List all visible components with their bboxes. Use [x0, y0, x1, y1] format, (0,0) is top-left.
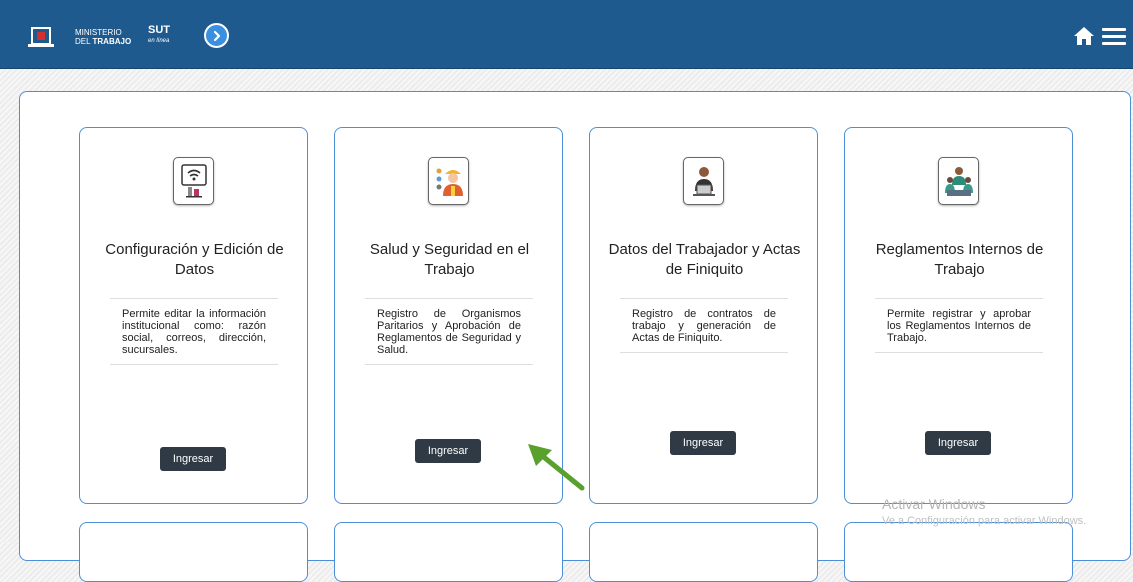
sut-label: SUT — [148, 24, 170, 36]
ingresar-button[interactable]: Ingresar — [415, 439, 481, 463]
card-description-text: Permite editar la información institucio… — [122, 308, 266, 356]
card-description-text: Permite registrar y aprobar los Reglamen… — [887, 308, 1031, 344]
logo-base — [28, 44, 54, 47]
chevron-right-icon — [213, 30, 220, 41]
team-meeting-icon — [938, 157, 979, 205]
ministry-line2: TRABAJO — [92, 37, 132, 46]
worker-laptop-icon — [683, 157, 724, 205]
sut-sub-label: en línea — [148, 38, 170, 44]
card-configuracion: Configuración y Edición de Datos Permite… — [79, 127, 308, 504]
expand-sidebar-button[interactable] — [204, 23, 229, 48]
card-description: Registro de Organismos Paritarios y Apro… — [365, 298, 533, 365]
card-datos-trabajador: Datos del Trabajador y Actas de Finiquit… — [589, 127, 818, 504]
safety-worker-icon — [428, 157, 469, 205]
card-description-text: Registro de contratos de trabajo y gener… — [632, 308, 776, 344]
card-title: Datos del Trabajador y Actas de Finiquit… — [608, 241, 801, 278]
windows-watermark-subtitle: Ve a Configuración para activar Windows. — [882, 515, 1087, 527]
top-navbar: MINISTERIO DEL TRABAJO SUT en línea — [0, 0, 1133, 69]
wifi-computer-icon — [173, 157, 214, 205]
card-description-text: Registro de Organismos Paritarios y Apro… — [377, 308, 521, 356]
card-description: Permite editar la información institucio… — [110, 298, 278, 365]
windows-watermark-title: Activar Windows — [882, 496, 986, 512]
card-row2-3 — [589, 522, 818, 582]
card-description: Permite registrar y aprobar los Reglamen… — [875, 298, 1043, 353]
card-title: Configuración y Edición de Datos — [105, 241, 284, 278]
ingresar-button[interactable]: Ingresar — [925, 431, 991, 455]
ingresar-button[interactable]: Ingresar — [670, 431, 736, 455]
card-row2-1 — [79, 522, 308, 582]
card-row2-2 — [334, 522, 563, 582]
card-title: Salud y Seguridad en el Trabajo — [369, 241, 530, 278]
sut-logo: SUT en línea — [148, 25, 170, 47]
ministry-prefix: DEL — [75, 37, 91, 46]
ingresar-button[interactable]: Ingresar — [160, 447, 226, 471]
home-icon[interactable] — [1073, 26, 1095, 46]
card-row2-4 — [844, 522, 1073, 582]
card-reglamentos-internos: Reglamentos Internos de Trabajo Permite … — [844, 127, 1073, 504]
card-description: Registro de contratos de trabajo y gener… — [620, 298, 788, 353]
card-title: Reglamentos Internos de Trabajo — [875, 241, 1044, 278]
hamburger-menu-icon[interactable] — [1102, 28, 1126, 46]
green-arrow-icon — [528, 444, 585, 491]
ministry-name: MINISTERIO DEL TRABAJO — [75, 28, 131, 46]
ministry-logo-icon — [31, 27, 51, 45]
ministry-line1: MINISTERIO — [75, 28, 122, 37]
